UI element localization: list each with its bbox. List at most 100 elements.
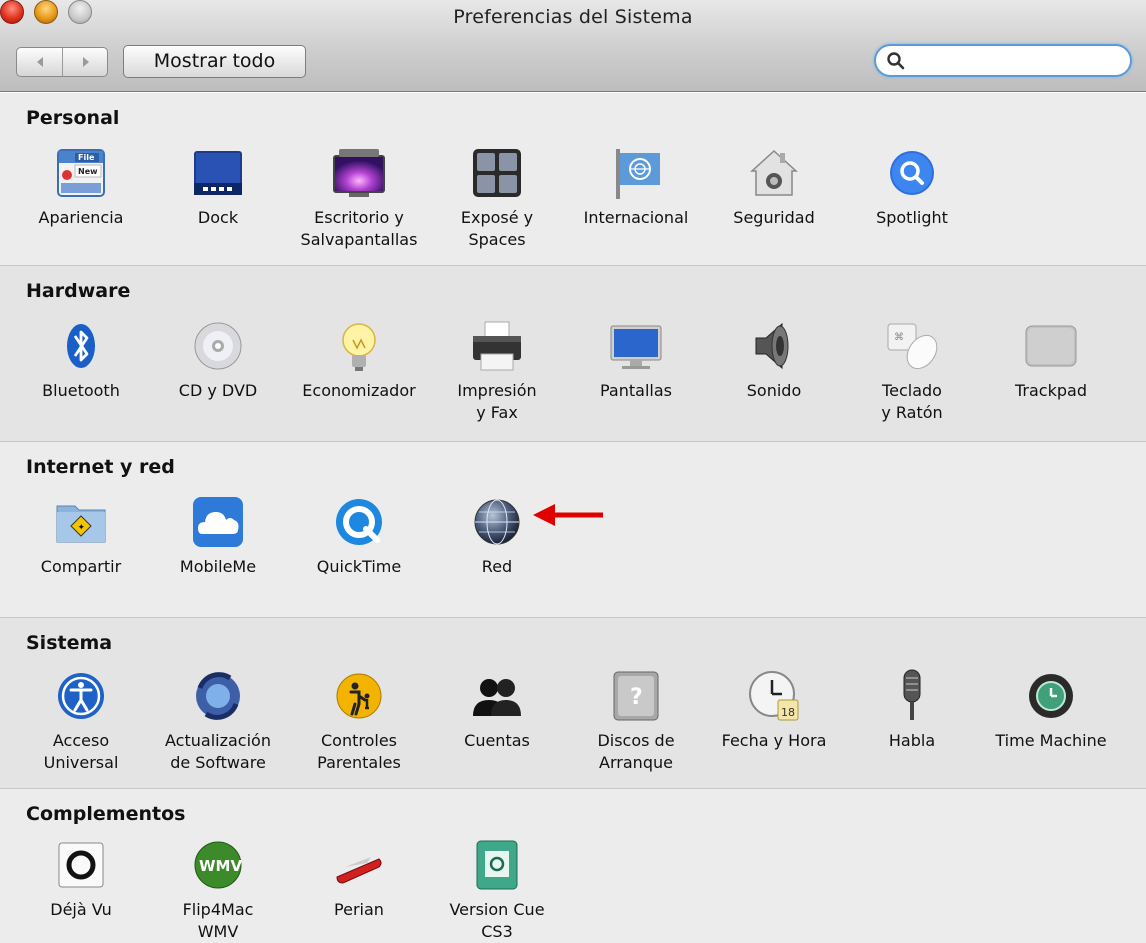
pane-bluetooth[interactable]: Bluetooth <box>16 318 146 402</box>
forward-button[interactable] <box>63 48 107 76</box>
section-sistema: Sistema Acceso Universal Actualización d… <box>0 618 1146 789</box>
section-complementos: Complementos Déjà Vu WMV Flip4Mac WMV Pe… <box>0 789 1146 943</box>
pane-pantallas[interactable]: Pantallas <box>571 318 701 402</box>
svg-text:New: New <box>78 167 98 176</box>
software-update-icon <box>190 668 246 724</box>
accounts-icon <box>469 668 525 724</box>
pane-perian[interactable]: Perian <box>294 837 424 921</box>
desktop-screensaver-icon <box>331 145 387 201</box>
pane-apariencia[interactable]: File New Apariencia <box>16 145 146 229</box>
pane-label: QuickTime <box>316 557 402 576</box>
section-title-sistema: Sistema <box>26 632 113 654</box>
toolbar: Preferencias del Sistema Mostrar todo <box>0 0 1146 92</box>
pane-spotlight[interactable]: Spotlight <box>847 145 977 229</box>
quicktime-icon <box>331 494 387 550</box>
pane-time-machine[interactable]: Time Machine <box>986 668 1116 752</box>
deja-vu-icon <box>53 837 109 893</box>
pane-label: MobileMe <box>179 557 257 576</box>
pane-label: Discos de Arranque <box>597 731 675 772</box>
pane-version-cue[interactable]: Version Cue CS3 <box>432 837 562 943</box>
perian-knife-icon <box>331 837 387 893</box>
show-all-button[interactable]: Mostrar todo <box>123 45 306 78</box>
dock-icon <box>190 145 246 201</box>
svg-text:File: File <box>78 153 95 162</box>
pane-label: Sonido <box>746 381 802 400</box>
pane-label: Dock <box>197 208 239 227</box>
svg-text:✦: ✦ <box>78 523 86 533</box>
pane-cuentas[interactable]: Cuentas <box>432 668 562 752</box>
pane-discos-arranque[interactable]: ? Discos de Arranque <box>571 668 701 774</box>
annotation-arrow-icon <box>533 504 603 526</box>
pane-flip4mac[interactable]: WMV Flip4Mac WMV <box>153 837 283 943</box>
pane-label: Actualización de Software <box>165 731 271 772</box>
pane-label: Cuentas <box>464 731 530 750</box>
spotlight-icon <box>884 145 940 201</box>
pane-label: Teclado y Ratón <box>881 381 943 422</box>
pane-sonido[interactable]: Sonido <box>709 318 839 402</box>
printer-icon <box>469 318 525 374</box>
svg-text:WMV: WMV <box>199 857 242 875</box>
pane-internacional[interactable]: Internacional <box>571 145 701 229</box>
network-globe-icon <box>469 494 525 550</box>
back-arrow-icon <box>36 57 43 67</box>
pane-label: Déjà Vu <box>50 900 112 919</box>
appearance-icon: File New <box>53 145 109 201</box>
system-preferences-window: Preferencias del Sistema Mostrar todo Pe… <box>0 0 1146 943</box>
pane-economizador[interactable]: Economizador <box>294 318 424 402</box>
pane-trackpad[interactable]: Trackpad <box>986 318 1116 402</box>
section-internet: Internet y red ✦ Compartir MobileMe Quic… <box>0 442 1146 618</box>
pane-fecha-hora[interactable]: 18 Fecha y Hora <box>709 668 839 752</box>
display-icon <box>608 318 664 374</box>
universal-access-icon <box>53 668 109 724</box>
pane-label: Fecha y Hora <box>721 731 827 750</box>
search-icon <box>887 52 905 70</box>
mobileme-cloud-icon <box>190 494 246 550</box>
pane-cd-dvd[interactable]: CD y DVD <box>153 318 283 402</box>
pane-label: Internacional <box>583 208 689 227</box>
section-title-internet: Internet y red <box>26 456 175 478</box>
navigation-buttons <box>16 47 108 77</box>
pane-seguridad[interactable]: Seguridad <box>709 145 839 229</box>
pane-mobileme[interactable]: MobileMe <box>153 494 283 578</box>
pane-compartir[interactable]: ✦ Compartir <box>16 494 146 578</box>
back-button[interactable] <box>17 48 63 76</box>
svg-text:?: ? <box>630 685 643 710</box>
pane-habla[interactable]: Habla <box>847 668 977 752</box>
startup-disk-icon: ? <box>608 668 664 724</box>
microphone-icon <box>884 668 940 724</box>
section-personal: Personal File New Apariencia Dock Escrit… <box>0 93 1146 266</box>
security-house-icon <box>746 145 802 201</box>
international-flag-icon <box>608 145 664 201</box>
expose-spaces-icon <box>469 145 525 201</box>
keyboard-mouse-icon: ⌘ <box>884 318 940 374</box>
section-title-complementos: Complementos <box>26 803 186 825</box>
cd-dvd-icon <box>190 318 246 374</box>
pane-impresion[interactable]: Impresión y Fax <box>432 318 562 424</box>
speaker-icon <box>746 318 802 374</box>
pane-label: Pantallas <box>600 381 672 400</box>
pane-teclado-raton[interactable]: ⌘ Teclado y Ratón <box>847 318 977 424</box>
window-title: Preferencias del Sistema <box>453 6 693 28</box>
search-input[interactable] <box>910 50 1122 72</box>
date-time-clock-icon: 18 <box>746 668 802 724</box>
pane-escritorio[interactable]: Escritorio y Salvapantallas <box>294 145 424 251</box>
pane-label: Exposé y Spaces <box>460 208 534 249</box>
pane-label: CD y DVD <box>178 381 258 400</box>
section-title-hardware: Hardware <box>26 280 131 302</box>
pane-label: Economizador <box>302 381 416 400</box>
pane-acceso-universal[interactable]: Acceso Universal <box>16 668 146 774</box>
pane-deja-vu[interactable]: Déjà Vu <box>16 837 146 921</box>
pane-actualizacion[interactable]: Actualización de Software <box>153 668 283 774</box>
sharing-folder-icon: ✦ <box>53 494 109 550</box>
pane-controles-parentales[interactable]: Controles Parentales <box>294 668 424 774</box>
pane-label: Habla <box>888 731 936 750</box>
lightbulb-icon <box>331 318 387 374</box>
pane-expose[interactable]: Exposé y Spaces <box>432 145 562 251</box>
pane-label: Acceso Universal <box>43 731 119 772</box>
pane-label: Trackpad <box>1015 381 1087 400</box>
pane-quicktime[interactable]: QuickTime <box>294 494 424 578</box>
section-title-personal: Personal <box>26 107 120 129</box>
pane-dock[interactable]: Dock <box>153 145 283 229</box>
search-field[interactable] <box>874 44 1132 77</box>
pane-label: Escritorio y Salvapantallas <box>300 208 418 249</box>
